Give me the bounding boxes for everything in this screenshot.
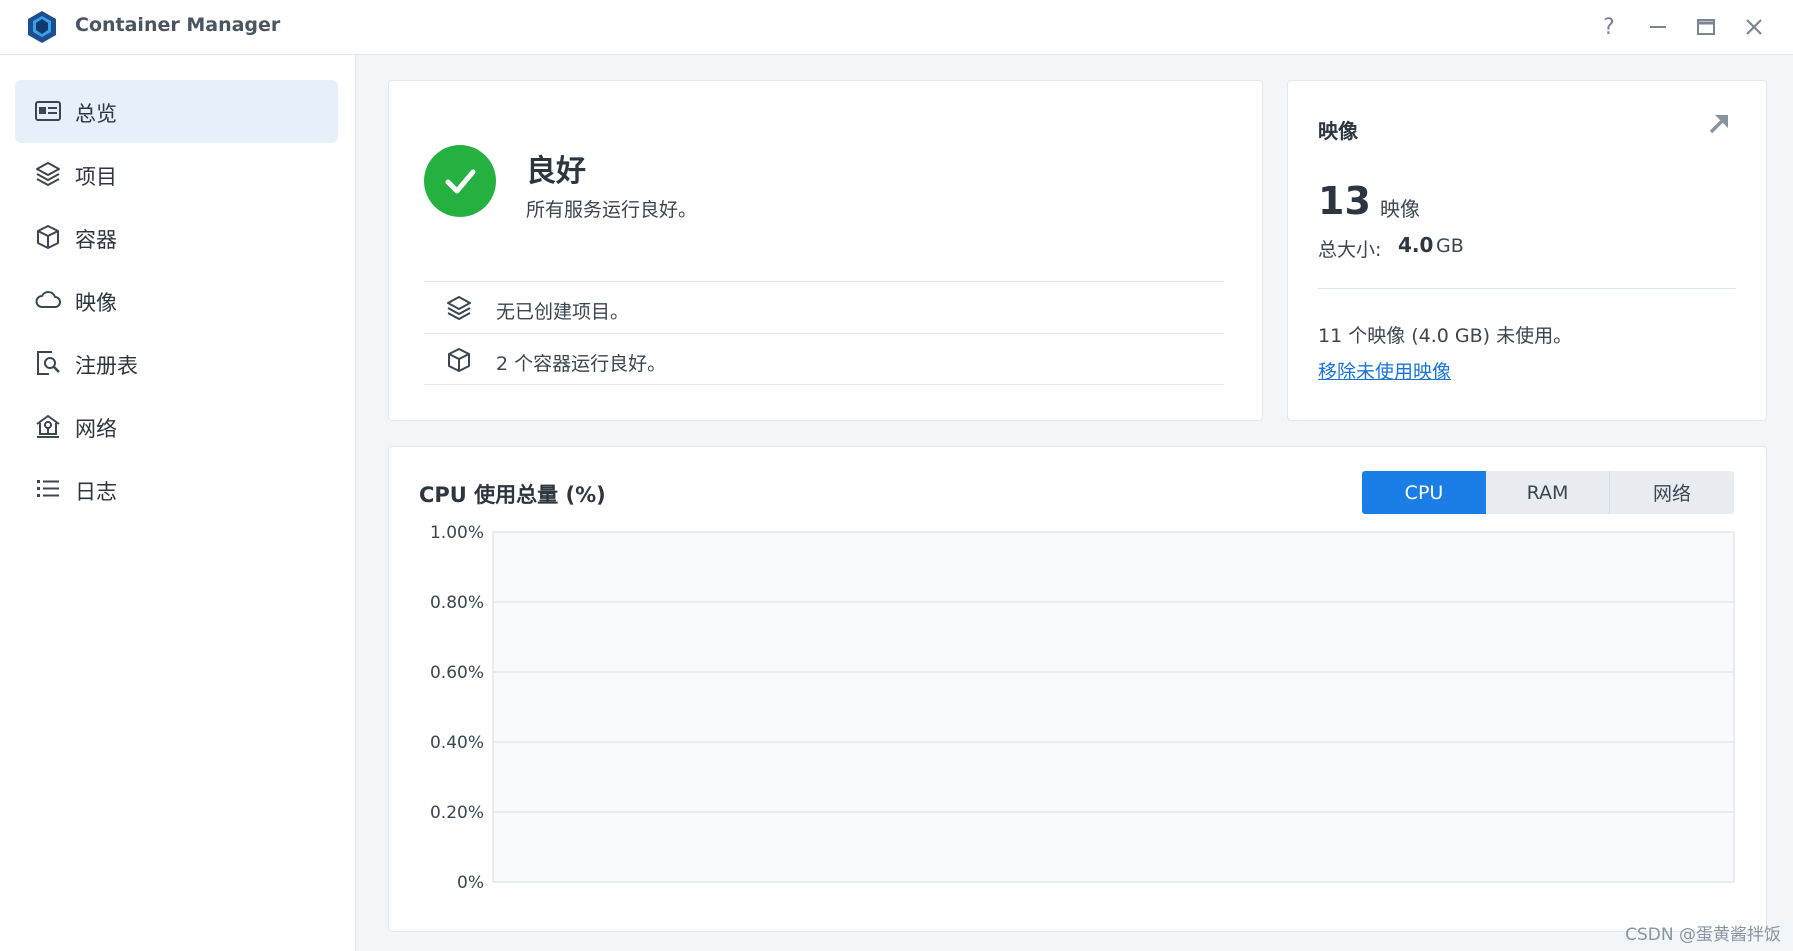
images-count: 13 — [1318, 179, 1371, 223]
images-unused-text: 11 个映像 (4.0 GB) 未使用。 — [1318, 325, 1573, 347]
sidebar-item-logs[interactable]: 日志 — [15, 458, 338, 521]
title-bar: Container Manager ? — [0, 0, 1793, 55]
cpu-usage-chart: 1.00% 0.80% 0.60% 0.40% 0.20% 0% — [430, 523, 1735, 893]
images-count-unit: 映像 — [1380, 197, 1420, 221]
status-row-text: 2 个容器运行良好。 — [496, 353, 667, 375]
images-card: 映像 13 映像 总大小: 4.0 GB 11 个映像 (4.0 GB) 未使用… — [1287, 80, 1767, 421]
watermark: CSDN @蛋黄酱拌饭 — [1625, 925, 1781, 945]
y-tick-label: 0.60% — [430, 663, 484, 683]
app-title: Container Manager — [75, 14, 281, 36]
sidebar-item-registry[interactable]: 注册表 — [15, 332, 338, 395]
status-row-text: 无已创建项目。 — [496, 301, 630, 323]
maximize-icon — [1697, 19, 1715, 35]
y-tick-label: 0.40% — [430, 733, 484, 753]
divider — [1318, 288, 1736, 289]
y-tick-label: 0% — [457, 873, 484, 893]
images-size-label: 总大小: — [1318, 239, 1382, 261]
layers-icon — [36, 162, 60, 186]
open-arrow-icon[interactable] — [1706, 111, 1732, 137]
minimize-button[interactable] — [1640, 10, 1676, 44]
list-icon — [37, 480, 59, 497]
container-manager-logo-icon — [28, 11, 56, 43]
status-description: 所有服务运行良好。 — [526, 199, 698, 221]
remove-unused-images-link[interactable]: 移除未使用映像 — [1318, 357, 1451, 384]
images-size-value: 4.0 — [1398, 233, 1434, 257]
overview-icon — [35, 101, 61, 121]
close-icon — [1746, 19, 1762, 35]
sidebar-item-overview[interactable]: 总览 — [15, 80, 338, 143]
chart-title: CPU 使用总量 (%) — [419, 483, 606, 507]
registry-search-icon — [37, 351, 60, 375]
layers-icon — [447, 296, 471, 320]
status-row-projects: 无已创建项目。 — [424, 281, 1224, 333]
tab-cpu[interactable]: CPU — [1362, 471, 1486, 514]
sidebar-item-containers[interactable]: 容器 — [15, 206, 338, 269]
sidebar-item-label: 网络 — [75, 417, 117, 441]
plot-area — [492, 531, 1735, 883]
images-size-unit: GB — [1436, 235, 1464, 257]
y-tick-label: 1.00% — [430, 523, 484, 543]
sidebar-item-label: 注册表 — [75, 354, 138, 378]
y-tick-label: 0.20% — [430, 803, 484, 823]
minimize-icon — [1650, 26, 1666, 28]
status-check-icon — [424, 145, 496, 217]
tab-network[interactable]: 网络 — [1610, 471, 1734, 514]
tab-ram[interactable]: RAM — [1486, 471, 1610, 514]
maximize-button[interactable] — [1688, 10, 1724, 44]
status-title: 良好 — [526, 154, 586, 189]
help-button[interactable]: ? — [1591, 10, 1627, 44]
cloud-icon — [35, 291, 61, 308]
sidebar-item-projects[interactable]: 项目 — [15, 143, 338, 206]
status-row-containers: 2 个容器运行良好。 — [424, 333, 1224, 385]
sidebar-item-label: 映像 — [75, 291, 117, 315]
images-card-title: 映像 — [1318, 119, 1358, 143]
sidebar-item-images[interactable]: 映像 — [15, 269, 338, 332]
sidebar-item-label: 日志 — [75, 480, 117, 504]
sidebar-item-label: 项目 — [75, 165, 117, 189]
cube-icon — [37, 225, 59, 249]
sidebar-item-label: 容器 — [75, 228, 117, 252]
sidebar-item-label: 总览 — [75, 102, 117, 126]
close-button[interactable] — [1736, 10, 1772, 44]
sidebar-item-network[interactable]: 网络 — [15, 395, 338, 458]
status-card: 良好 所有服务运行良好。 无已创建项目。 2 个容器运行良好。 — [388, 80, 1263, 421]
network-house-icon — [36, 415, 60, 438]
cube-icon — [448, 348, 470, 372]
y-tick-label: 0.80% — [430, 593, 484, 613]
sidebar: 总览 项目 容器 映像 注册表 网络 日志 — [0, 55, 356, 951]
chart-card: 1.00% 0.80% 0.60% 0.40% 0.20% 0% CPU 使用总量 (%)… — [388, 446, 1767, 932]
